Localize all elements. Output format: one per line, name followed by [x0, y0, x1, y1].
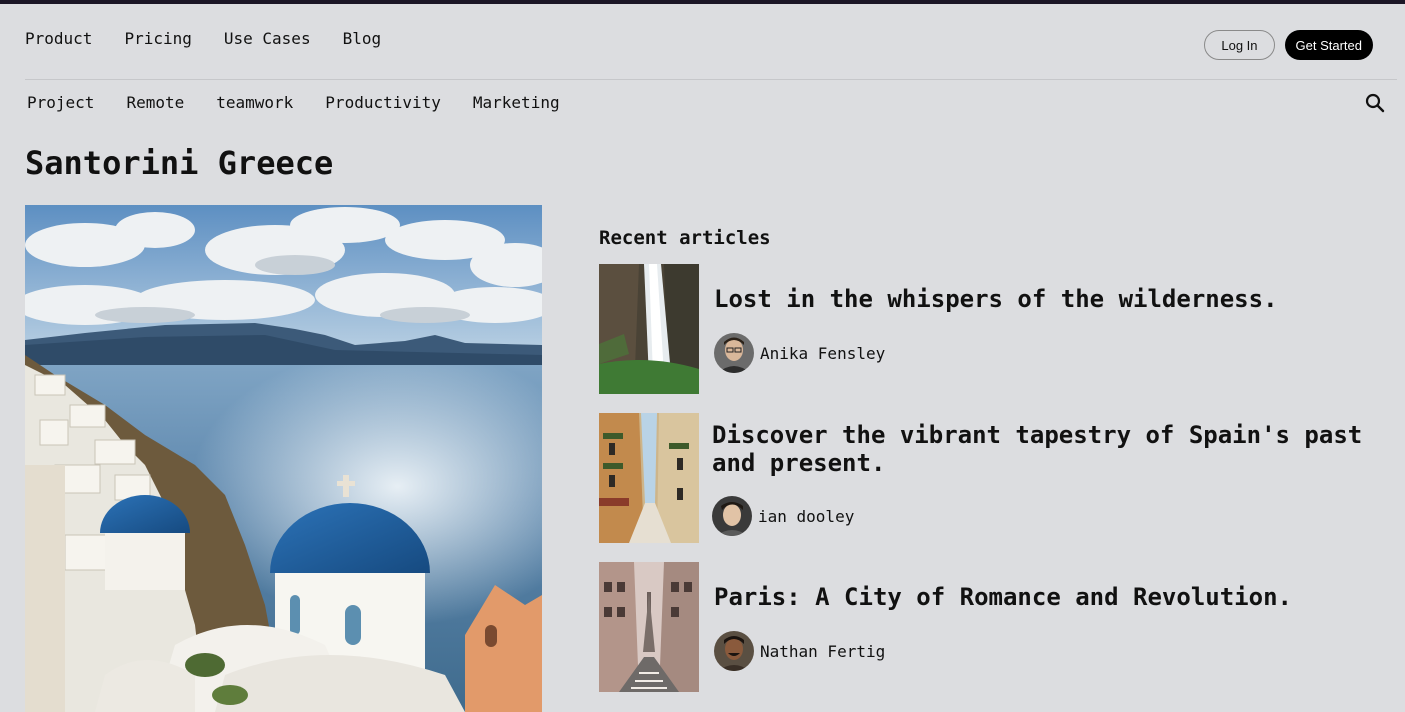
recent-articles-heading: Recent articles	[599, 227, 771, 249]
article-card[interactable]: Discover the vibrant tapestry of Spain's…	[599, 413, 1379, 543]
category-remote[interactable]: Remote	[126, 93, 184, 112]
category-marketing[interactable]: Marketing	[473, 93, 560, 112]
page-title: Santorini Greece	[25, 144, 334, 182]
article-title[interactable]: Discover the vibrant tapestry of Spain's…	[712, 421, 1377, 477]
category-nav: Project Remote teamwork Productivity Mar…	[27, 93, 560, 112]
nav-divider	[25, 79, 1397, 80]
article-title[interactable]: Paris: A City of Romance and Revolution.	[714, 583, 1374, 611]
login-button[interactable]: Log In	[1204, 30, 1275, 60]
author-avatar	[714, 333, 754, 373]
article-card[interactable]: Lost in the whispers of the wilderness. …	[599, 264, 1379, 394]
article-author: ian dooley	[712, 496, 854, 536]
article-thumbnail-waterfall[interactable]	[599, 264, 699, 394]
author-name: Anika Fensley	[760, 343, 886, 363]
article-title[interactable]: Lost in the whispers of the wilderness.	[714, 285, 1374, 313]
nav-pricing[interactable]: Pricing	[124, 29, 191, 48]
nav-use-cases[interactable]: Use Cases	[224, 29, 311, 48]
get-started-button[interactable]: Get Started	[1284, 30, 1373, 60]
article-author: Anika Fensley	[714, 333, 885, 373]
author-name: ian dooley	[758, 506, 855, 526]
nav-blog[interactable]: Blog	[343, 29, 382, 48]
top-nav: Product Pricing Use Cases Blog	[25, 29, 381, 48]
hero-image	[25, 205, 542, 712]
search-icon[interactable]	[1365, 93, 1385, 113]
auth-buttons: Log In Get Started	[1204, 30, 1373, 60]
category-teamwork[interactable]: teamwork	[216, 93, 293, 112]
category-project[interactable]: Project	[27, 93, 94, 112]
category-productivity[interactable]: Productivity	[325, 93, 441, 112]
article-thumbnail-paris-street[interactable]	[599, 562, 699, 692]
article-card[interactable]: Paris: A City of Romance and Revolution.…	[599, 562, 1379, 692]
article-author: Nathan Fertig	[714, 631, 885, 671]
author-avatar	[712, 496, 752, 536]
article-thumbnail-street[interactable]	[599, 413, 699, 543]
author-name: Nathan Fertig	[760, 641, 886, 661]
window-top-strip	[0, 0, 1405, 4]
author-avatar	[714, 631, 754, 671]
nav-product[interactable]: Product	[25, 29, 92, 48]
